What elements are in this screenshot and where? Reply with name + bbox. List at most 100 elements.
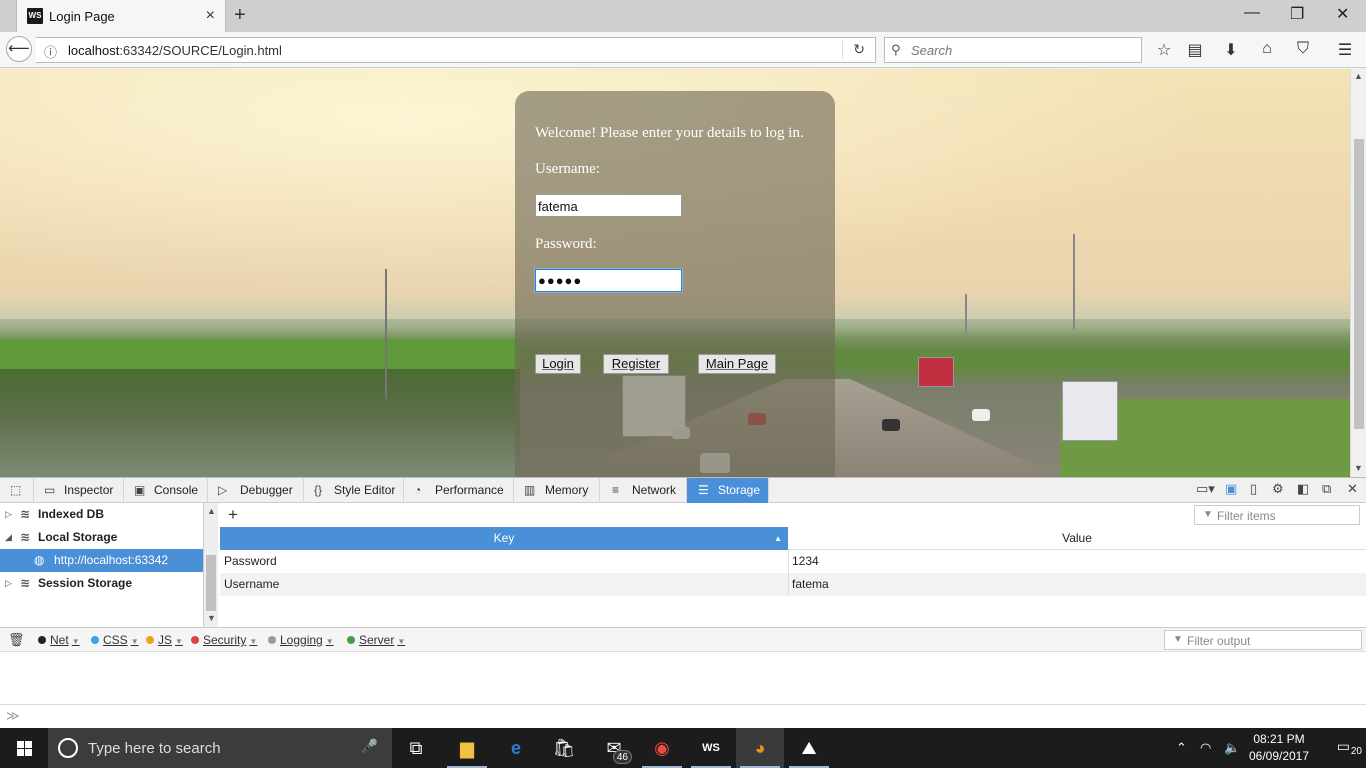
tab-debugger[interactable]: ▷ Debugger (208, 478, 304, 503)
login-button-label: Login (542, 356, 574, 371)
file-explorer-icon[interactable]: ▆ (443, 728, 491, 768)
filter-net-label: Net (50, 633, 69, 647)
url-text[interactable]: localhost:63342/SOURCE/Login.html (68, 43, 282, 58)
photos-icon[interactable]: ⛰ (785, 728, 833, 768)
filter-output-input[interactable]: ▼ Filter output (1164, 630, 1362, 650)
edge-icon[interactable]: e (492, 728, 540, 768)
microphone-icon[interactable]: 🎤 (361, 738, 378, 755)
firefox-icon[interactable]: ◕ (736, 728, 784, 768)
tree-item-session-storage[interactable]: ▷ ≋ Session Storage (0, 572, 203, 595)
downloads-icon[interactable]: ⬇ (1221, 40, 1241, 60)
tab-storage[interactable]: ☰ Storage (687, 478, 769, 503)
tab-login-page[interactable]: WS Login Page × (16, 0, 226, 32)
filter-js[interactable]: JS ▼ (146, 633, 183, 647)
dock-options-icon[interactable]: ▭▾ (1196, 481, 1215, 497)
wifi-icon[interactable]: ◠ (1200, 740, 1211, 756)
scroll-thumb[interactable] (206, 555, 216, 611)
clear-console-trash-icon[interactable]: 🗑 (8, 632, 25, 648)
clock-date[interactable]: 06/09/2017 (1246, 749, 1312, 763)
login-panel: Welcome! Please enter your details to lo… (515, 91, 835, 477)
storage-tree: ▷ ≋ Indexed DB ◢ ≋ Local Storage ◍ http:… (0, 503, 204, 627)
console-input[interactable]: ≫ (0, 704, 1366, 728)
minimize-button[interactable]: — (1244, 4, 1260, 22)
site-info-icon[interactable]: ⓘ (44, 42, 57, 61)
clock-time[interactable]: 08:21 PM (1249, 732, 1309, 746)
search-bar[interactable]: ⚲ Search (884, 37, 1142, 63)
filter-server[interactable]: Server ▼ (347, 633, 405, 647)
filter-logging[interactable]: Logging ▼ (268, 633, 334, 647)
column-divider (788, 573, 789, 596)
settings-gear-icon[interactable]: ⚙ (1272, 481, 1284, 497)
dock-side-icon[interactable]: ◧ (1297, 481, 1309, 497)
responsive-mode-icon[interactable]: ▯ (1250, 481, 1257, 497)
tree-item-label: Session Storage (38, 576, 133, 590)
column-header-key[interactable]: Key ▲ (220, 527, 788, 550)
scroll-down-icon[interactable]: ▼ (1354, 463, 1363, 473)
table-row[interactable]: Password 1234 (220, 550, 1366, 573)
bookmark-star-icon[interactable]: ☆ (1154, 40, 1174, 60)
tab-memory[interactable]: ▥ Memory (514, 478, 600, 503)
scroll-up-icon[interactable]: ▲ (207, 506, 216, 516)
password-input[interactable]: ●●●●● (535, 269, 682, 292)
scroll-down-icon[interactable]: ▼ (207, 613, 216, 623)
tab-close-icon[interactable]: × (206, 7, 215, 25)
column-header-value[interactable]: Value (788, 527, 1366, 550)
collapse-arrow-icon[interactable]: ◢ (5, 526, 12, 549)
action-center-icon[interactable]: ▭ (1337, 738, 1350, 755)
filter-css-label: CSS (103, 633, 128, 647)
tab-storage-label: Storage (718, 483, 761, 497)
element-picker-button[interactable]: ⬚ (0, 478, 34, 503)
filter-security[interactable]: Security ▼ (191, 633, 257, 647)
main-page-button[interactable]: Main Page (698, 354, 776, 374)
windows-taskbar: Type here to search 🎤 ⧉ ▆ e 🛍 ✉ 46 ◉ WS ◕… (0, 728, 1366, 768)
reading-list-icon[interactable]: ▤ (1185, 40, 1205, 60)
taskbar-search-box[interactable]: Type here to search 🎤 (48, 728, 392, 768)
username-input[interactable]: fatema (535, 194, 682, 217)
filter-security-label: Security (203, 633, 247, 647)
task-view-icon[interactable]: ⧉ (392, 728, 440, 768)
tab-style-editor[interactable]: {} Style Editor (304, 478, 404, 503)
pocket-icon[interactable]: ⛉ (1293, 40, 1313, 58)
add-item-button[interactable]: + (228, 505, 238, 525)
search-input[interactable]: Search (911, 43, 952, 58)
store-icon[interactable]: 🛍 (540, 728, 588, 768)
new-tab-button[interactable]: + (234, 4, 246, 27)
split-console-icon[interactable]: ▣ (1225, 481, 1237, 497)
volume-icon[interactable]: 🔈 (1224, 740, 1240, 756)
close-window-button[interactable]: ✕ (1336, 4, 1349, 24)
tree-item-indexed-db[interactable]: ▷ ≋ Indexed DB (0, 503, 203, 526)
separate-window-icon[interactable]: ⧉ (1322, 481, 1331, 497)
filter-net[interactable]: Net ▼ (38, 633, 80, 647)
tab-performance[interactable]: ◔ Performance (404, 478, 514, 503)
back-button[interactable]: ⟵ (6, 36, 32, 62)
expand-arrow-icon[interactable]: ▷ (5, 572, 12, 595)
tab-console[interactable]: ▣ Console (124, 478, 208, 503)
mail-icon[interactable]: ✉ 46 (590, 728, 638, 768)
start-button[interactable] (0, 728, 48, 768)
restore-button[interactable]: ❐ (1290, 4, 1304, 24)
close-devtools-icon[interactable]: ✕ (1347, 481, 1358, 497)
show-hidden-icons-icon[interactable]: ⌃ (1176, 740, 1187, 756)
welcome-text: Welcome! Please enter your details to lo… (535, 125, 804, 141)
url-bar[interactable]: ⓘ localhost:63342/SOURCE/Login.html ↻ (36, 37, 876, 63)
tab-network[interactable]: ≡ Network (600, 478, 687, 503)
menu-icon[interactable]: ☰ (1335, 40, 1355, 60)
expand-arrow-icon[interactable]: ▷ (5, 503, 12, 526)
filter-css[interactable]: CSS ▼ (91, 633, 139, 647)
tree-scrollbar[interactable]: ▲ ▼ (204, 503, 218, 627)
tree-item-local-storage[interactable]: ◢ ≋ Local Storage (0, 526, 203, 549)
reload-icon[interactable]: ↻ (853, 41, 865, 58)
home-icon[interactable]: ⌂ (1257, 40, 1277, 58)
chrome-icon[interactable]: ◉ (638, 728, 686, 768)
register-button[interactable]: Register (603, 354, 669, 374)
table-row[interactable]: Username fatema (220, 573, 1366, 596)
scroll-thumb[interactable] (1354, 139, 1364, 429)
page-scrollbar[interactable]: ▲ ▼ (1350, 69, 1366, 477)
scroll-up-icon[interactable]: ▲ (1354, 71, 1363, 81)
tab-inspector[interactable]: ▭ Inspector (34, 478, 124, 503)
tree-item-localhost-origin[interactable]: ◍ http://localhost:63342 (0, 549, 203, 572)
filter-items-input[interactable]: ▼ Filter items (1194, 505, 1360, 525)
login-button[interactable]: Login (535, 354, 581, 374)
webstorm-icon[interactable]: WS (687, 728, 735, 768)
navigation-toolbar: ⟵ ⓘ localhost:63342/SOURCE/Login.html ↻ … (0, 32, 1366, 68)
